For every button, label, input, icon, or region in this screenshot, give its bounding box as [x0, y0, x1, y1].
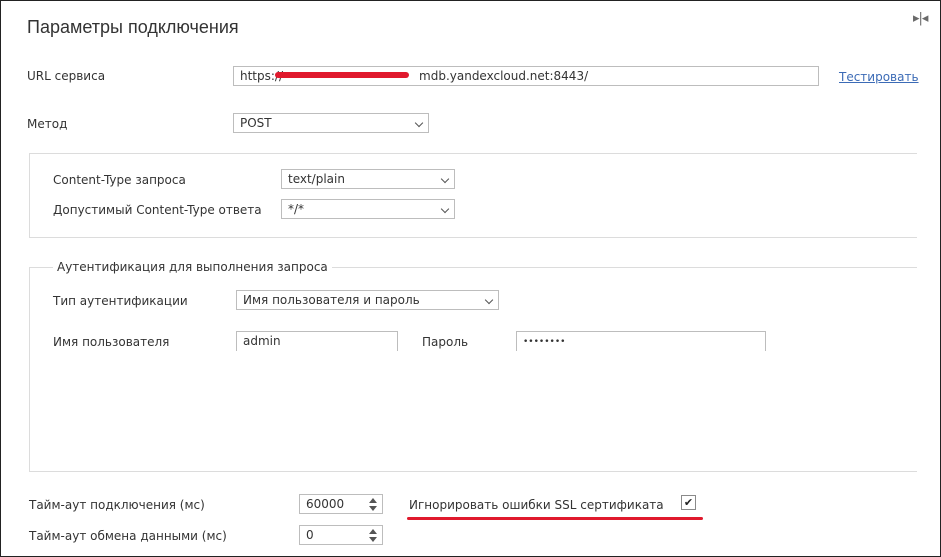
test-link[interactable]: Тестировать: [839, 70, 919, 84]
connect-timeout-label: Тайм-аут подключения (мс): [29, 498, 205, 512]
arrow-down-icon[interactable]: [369, 537, 377, 542]
request-content-type-select[interactable]: text/plain: [281, 169, 455, 189]
exchange-timeout-label: Тайм-аут обмена данными (мс): [29, 529, 227, 543]
auth-type-select[interactable]: Имя пользователя и пароль: [236, 290, 499, 310]
arrow-up-icon[interactable]: [369, 498, 377, 503]
chevron-down-icon: [440, 204, 450, 214]
ssl-ignore-label: Игнорировать ошибки SSL сертификата: [409, 498, 664, 512]
chevron-down-icon: [440, 174, 450, 184]
annotation-underline: [407, 517, 703, 520]
password-label: Пароль: [422, 335, 469, 349]
arrow-down-icon[interactable]: [369, 506, 377, 511]
spinner-arrows-icon[interactable]: [369, 497, 377, 513]
method-selected: POST: [240, 116, 272, 130]
chevron-down-icon: [414, 118, 424, 128]
request-content-type-label: Content-Type запроса: [53, 173, 186, 187]
content-type-group: [29, 153, 917, 238]
password-input[interactable]: ••••••••: [516, 331, 766, 351]
dialog-title: Параметры подключения: [27, 17, 239, 37]
url-value-suffix: mdb.yandexcloud.net:8443/: [419, 69, 589, 83]
ssl-ignore-checkbox[interactable]: ✔: [681, 495, 696, 510]
exchange-timeout-value: 0: [306, 528, 314, 542]
connect-timeout-value: 60000: [306, 497, 345, 511]
response-content-type-select[interactable]: */*: [281, 199, 455, 219]
auth-group-legend: Аутентификация для выполнения запроса: [53, 260, 332, 274]
connection-settings-dialog: Параметры подключения ▸|◂ URL сервиса ht…: [0, 0, 941, 557]
request-content-type-selected: text/plain: [288, 172, 345, 186]
arrow-up-icon[interactable]: [369, 529, 377, 534]
connect-timeout-input[interactable]: 60000: [299, 494, 383, 514]
username-input[interactable]: admin: [236, 331, 398, 351]
collapse-panel-icon[interactable]: ▸|◂: [913, 11, 933, 27]
exchange-timeout-input[interactable]: 0: [299, 525, 383, 545]
chevron-down-icon: [484, 295, 494, 305]
response-content-type-selected: */*: [288, 202, 305, 216]
method-select[interactable]: POST: [233, 113, 429, 133]
response-content-type-label: Допустимый Content-Type ответа: [53, 203, 262, 217]
method-label: Метод: [27, 117, 68, 131]
username-label: Имя пользователя: [53, 335, 170, 349]
redaction-mark: [275, 72, 409, 78]
auth-type-selected: Имя пользователя и пароль: [243, 293, 420, 307]
auth-type-label: Тип аутентификации: [53, 294, 188, 308]
spinner-arrows-icon[interactable]: [369, 528, 377, 544]
url-label: URL сервиса: [27, 69, 106, 83]
